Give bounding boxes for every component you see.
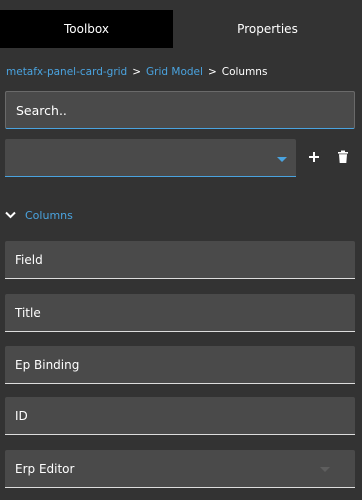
trash-icon xyxy=(338,150,348,163)
tab-toolbox-label: Toolbox xyxy=(64,22,109,36)
breadcrumb-separator: > xyxy=(207,66,217,78)
ep-binding-input[interactable]: Ep Binding xyxy=(5,346,355,384)
chevron-down-icon xyxy=(5,211,16,219)
tab-properties-label: Properties xyxy=(237,22,298,36)
tab-toolbox[interactable]: Toolbox xyxy=(0,10,173,48)
breadcrumb-item-grid-model[interactable]: Grid Model xyxy=(146,66,203,78)
dropdown-arrow-icon xyxy=(277,157,287,162)
properties-panel: Toolbox Properties metafx-panel-card-gri… xyxy=(0,0,362,500)
breadcrumb: metafx-panel-card-grid > Grid Model > Co… xyxy=(6,64,267,80)
columns-section-header[interactable]: Columns xyxy=(5,206,73,224)
id-input[interactable]: ID xyxy=(5,397,355,435)
tab-properties[interactable]: Properties xyxy=(173,10,362,48)
erp-editor-select[interactable]: Erp Editor xyxy=(5,450,355,488)
breadcrumb-item-current: Columns xyxy=(221,66,268,78)
dropdown-arrow-icon xyxy=(320,467,330,472)
erp-editor-label: Erp Editor xyxy=(15,461,75,476)
column-select[interactable] xyxy=(5,139,296,177)
breadcrumb-item-panel[interactable]: metafx-panel-card-grid xyxy=(6,66,127,78)
field-label: Field xyxy=(15,252,43,267)
breadcrumb-separator: > xyxy=(132,66,142,78)
delete-button[interactable] xyxy=(335,149,351,165)
plus-icon xyxy=(309,152,319,162)
id-label: ID xyxy=(15,408,28,423)
title-input[interactable]: Title xyxy=(5,294,355,332)
field-input[interactable]: Field xyxy=(5,241,355,279)
ep-binding-label: Ep Binding xyxy=(15,357,80,372)
add-button[interactable] xyxy=(306,149,322,165)
search-box xyxy=(5,91,355,129)
section-title: Columns xyxy=(25,208,73,222)
panel-tabs: Toolbox Properties xyxy=(0,0,362,48)
search-input[interactable] xyxy=(6,92,354,128)
title-label: Title xyxy=(15,305,41,320)
